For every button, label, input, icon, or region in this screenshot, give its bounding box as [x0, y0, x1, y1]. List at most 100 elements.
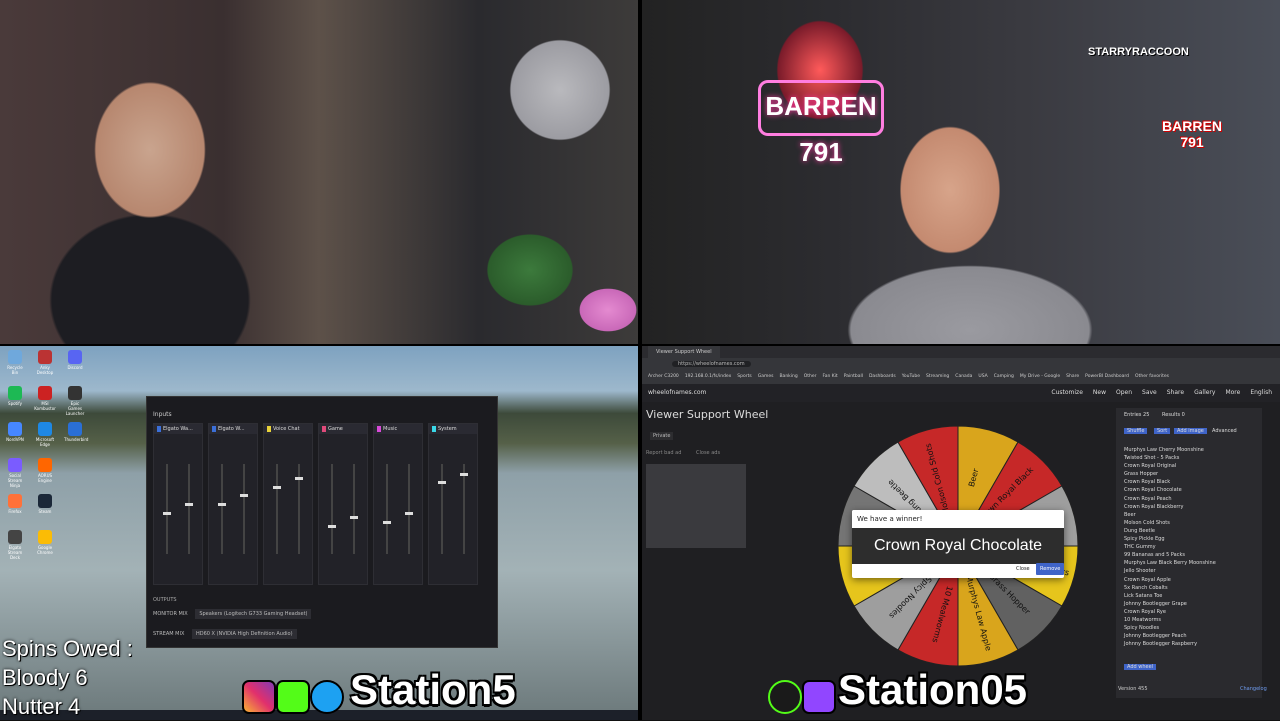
- entry-item[interactable]: Crown Royal Chocolate: [1116, 486, 1216, 494]
- close-ads-link[interactable]: Close ads: [696, 450, 720, 456]
- slider-knob[interactable]: [240, 494, 248, 498]
- entry-item[interactable]: Dung Beetle: [1116, 527, 1216, 535]
- mixer-channel[interactable]: Game: [318, 423, 368, 585]
- volume-slider[interactable]: [460, 464, 468, 554]
- site-menu-item[interactable]: English: [1250, 389, 1272, 396]
- entry-item[interactable]: Lick Satans Toe: [1116, 592, 1216, 600]
- desktop-icon[interactable]: MSI Kombustor: [34, 386, 56, 411]
- slider-knob[interactable]: [218, 503, 226, 507]
- tab-entries[interactable]: Entries 25: [1124, 412, 1149, 418]
- entry-item[interactable]: Johnny Bootlegger Raspberry: [1116, 640, 1216, 648]
- entries-list[interactable]: Murphys Law Cherry Moonshine Twisted Shot…: [1116, 446, 1216, 648]
- entry-item[interactable]: Murphys Law Cherry Moonshine: [1116, 446, 1216, 454]
- site-menu-item[interactable]: Gallery: [1194, 389, 1215, 396]
- stream-mix-device-select[interactable]: HD60 X (NVIDIA High Definition Audio): [192, 629, 297, 639]
- shuffle-button[interactable]: Shuffle: [1124, 428, 1148, 434]
- add-image-button[interactable]: Add image: [1174, 428, 1207, 434]
- site-menu-item[interactable]: Save: [1142, 389, 1157, 396]
- slider-knob[interactable]: [295, 477, 303, 481]
- audio-mixer-window[interactable]: Inputs Elgato Wa... Elgato W... Voice Chat…: [146, 396, 498, 648]
- slider-knob[interactable]: [460, 472, 468, 476]
- entry-item[interactable]: 10 Meatworms: [1116, 616, 1216, 624]
- volume-slider[interactable]: [383, 464, 391, 554]
- mixer-channel[interactable]: Music: [373, 423, 423, 585]
- desktop-icon[interactable]: Epic Games Launcher: [64, 386, 86, 416]
- desktop-icon[interactable]: Recycle Bin: [4, 350, 26, 375]
- monitor-mix-device-select[interactable]: Speakers (Logitech G733 Gaming Headset): [195, 609, 312, 619]
- desktop-icon[interactable]: Thunderbird: [64, 422, 88, 442]
- bookmark-item[interactable]: My Drive - Google: [1020, 374, 1060, 379]
- desktop-icon[interactable]: Elgato Stream Deck: [4, 530, 26, 560]
- entry-item[interactable]: Crown Royal Peach: [1116, 495, 1216, 503]
- slider-knob[interactable]: [163, 511, 171, 515]
- url-field[interactable]: https://wheelofnames.com: [672, 361, 751, 367]
- desktop-icon[interactable]: Google Chrome: [34, 530, 56, 555]
- desktop-icon[interactable]: Spotify: [4, 386, 26, 406]
- bookmark-item[interactable]: YouTube: [902, 374, 920, 379]
- volume-slider[interactable]: [240, 464, 248, 554]
- desktop-icon[interactable]: Anky Desktop: [34, 350, 56, 375]
- volume-slider[interactable]: [273, 464, 281, 554]
- desktop-icon[interactable]: AORUS Engine: [34, 458, 56, 483]
- advanced-checkbox[interactable]: Advanced: [1212, 428, 1237, 434]
- site-name[interactable]: wheelofnames.com: [648, 389, 706, 396]
- volume-slider[interactable]: [163, 464, 171, 554]
- volume-slider[interactable]: [350, 464, 358, 554]
- browser-tab[interactable]: Viewer Support Wheel: [648, 346, 720, 358]
- add-wheel-button[interactable]: Add wheel: [1124, 664, 1157, 670]
- slider-knob[interactable]: [383, 520, 391, 524]
- bookmark-item[interactable]: Share: [1066, 374, 1079, 379]
- mixer-channel[interactable]: System: [428, 423, 478, 585]
- bookmark-item[interactable]: Archer C3200: [648, 374, 679, 379]
- volume-slider[interactable]: [438, 464, 446, 554]
- monitor-mix-row[interactable]: MONITOR MIX Speakers (Logitech G733 Gami…: [153, 609, 489, 619]
- entry-item[interactable]: Beer: [1116, 511, 1216, 519]
- desktop-icon[interactable]: Microsoft Edge: [34, 422, 56, 447]
- bookmark-item[interactable]: PowerBI Dashboard: [1085, 374, 1129, 379]
- stream-mix-row[interactable]: STREAM MIX HD60 X (NVIDIA High Definitio…: [153, 629, 489, 639]
- entry-item[interactable]: Murphys Law Black Berry Moonshine: [1116, 559, 1216, 567]
- entry-item[interactable]: Jello Shooter: [1116, 567, 1216, 575]
- volume-slider[interactable]: [185, 464, 193, 554]
- bookmark-item[interactable]: Sports: [737, 374, 751, 379]
- slider-knob[interactable]: [438, 481, 446, 485]
- volume-slider[interactable]: [405, 464, 413, 554]
- entry-item[interactable]: Molson Cold Shots: [1116, 519, 1216, 527]
- site-menu-item[interactable]: Customize: [1051, 389, 1083, 396]
- bookmark-item[interactable]: Paintball: [844, 374, 863, 379]
- entry-item[interactable]: Crown Royal Rye: [1116, 608, 1216, 616]
- bookmark-item[interactable]: Streaming: [926, 374, 949, 379]
- entry-item[interactable]: Crown Royal Original: [1116, 462, 1216, 470]
- site-menu-item[interactable]: New: [1093, 389, 1106, 396]
- entry-item[interactable]: Johnny Bootlegger Peach: [1116, 632, 1216, 640]
- bookmark-item[interactable]: Other: [804, 374, 817, 379]
- mixer-channel[interactable]: Voice Chat: [263, 423, 313, 585]
- changelog-link[interactable]: Changelog: [1240, 686, 1267, 692]
- sort-button[interactable]: Sort: [1154, 428, 1171, 434]
- entry-item[interactable]: THC Gummy: [1116, 543, 1216, 551]
- tab-results[interactable]: Results 0: [1162, 412, 1185, 418]
- remove-button[interactable]: Remove: [1036, 563, 1064, 575]
- bookmark-item[interactable]: Fan Kit: [823, 374, 838, 379]
- entry-item[interactable]: Spicy Noodles: [1116, 624, 1216, 632]
- entry-item[interactable]: 99 Bananas and 5 Packs: [1116, 551, 1216, 559]
- entry-item[interactable]: Twisted Shot - 5 Packs: [1116, 454, 1216, 462]
- slider-knob[interactable]: [273, 485, 281, 489]
- site-menu-item[interactable]: More: [1225, 389, 1240, 396]
- entry-item[interactable]: Crown Royal Blackberry: [1116, 503, 1216, 511]
- desktop-icon[interactable]: NordVPN: [4, 422, 26, 442]
- mixer-channel[interactable]: Elgato Wa...: [153, 423, 203, 585]
- entry-item[interactable]: Johnny Bootlegger Grape: [1116, 600, 1216, 608]
- bookmark-item[interactable]: Banking: [779, 374, 797, 379]
- bookmark-item[interactable]: USA: [978, 374, 987, 379]
- bookmark-item[interactable]: Dashboards: [869, 374, 896, 379]
- entry-item[interactable]: Grass Hopper: [1116, 470, 1216, 478]
- entry-item[interactable]: Spicy Pickle Egg: [1116, 535, 1216, 543]
- site-menu-item[interactable]: Share: [1167, 389, 1184, 396]
- slider-knob[interactable]: [328, 524, 336, 528]
- volume-slider[interactable]: [328, 464, 336, 554]
- site-menu-item[interactable]: Open: [1116, 389, 1132, 396]
- report-ad-link[interactable]: Report bad ad: [646, 450, 681, 456]
- bookmark-item[interactable]: Other favorites: [1135, 374, 1169, 379]
- mixer-channel[interactable]: Elgato W...: [208, 423, 258, 585]
